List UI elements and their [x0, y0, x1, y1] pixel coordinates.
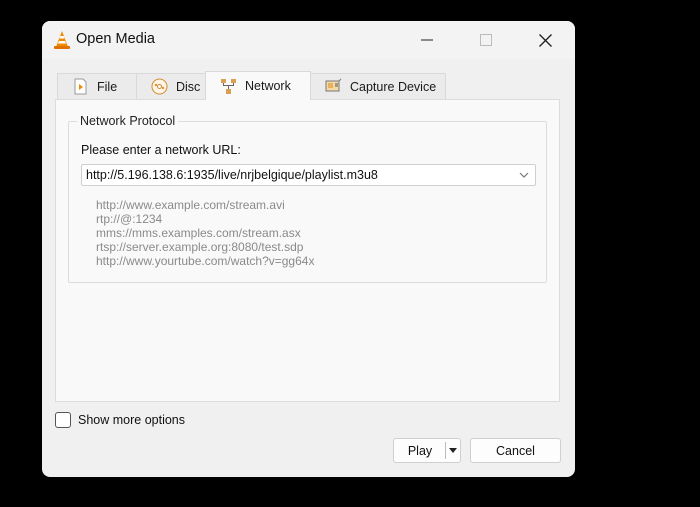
window-title: Open Media	[76, 31, 155, 47]
open-media-dialog: Open Media File Disc Network Capture Dev…	[42, 21, 575, 477]
url-input[interactable]	[82, 165, 515, 185]
play-button-label: Play	[407, 444, 433, 458]
file-icon	[74, 78, 87, 95]
split-divider	[445, 442, 446, 459]
minimize-button[interactable]	[404, 21, 450, 59]
title-bar: Open Media	[42, 21, 575, 59]
example-url: http://www.example.com/stream.avi	[96, 198, 285, 212]
tab-file[interactable]: File	[57, 73, 137, 99]
network-panel: Network Protocol Please enter a network …	[55, 99, 560, 402]
show-more-options-checkbox[interactable]	[55, 412, 71, 428]
tab-network-label: Network	[245, 79, 291, 93]
tab-capture-device-label: Capture Device	[350, 79, 437, 94]
network-icon	[221, 78, 236, 94]
url-combobox[interactable]	[81, 164, 536, 186]
example-url: http://www.yourtube.com/watch?v=gg64x	[96, 254, 315, 268]
maximize-button[interactable]	[463, 21, 509, 59]
maximize-icon	[480, 34, 492, 46]
group-title: Network Protocol	[77, 114, 179, 128]
close-icon	[538, 33, 552, 47]
play-button[interactable]: Play	[393, 438, 461, 463]
tab-disc[interactable]: Disc	[136, 73, 206, 99]
vlc-cone-icon	[54, 31, 70, 49]
disc-icon	[151, 78, 168, 95]
caret-down-icon[interactable]	[449, 448, 457, 453]
show-more-options[interactable]: Show more options	[55, 412, 185, 428]
example-url: rtp://@:1234	[96, 212, 163, 226]
network-protocol-group: Network Protocol Please enter a network …	[68, 114, 547, 283]
chevron-down-icon[interactable]	[517, 169, 531, 181]
cancel-button[interactable]: Cancel	[470, 438, 561, 463]
close-button[interactable]	[522, 21, 568, 59]
url-label: Please enter a network URL:	[81, 143, 241, 157]
show-more-options-label: Show more options	[78, 413, 186, 427]
minimize-icon	[421, 39, 433, 41]
tab-network[interactable]: Network	[205, 71, 311, 100]
cancel-button-label: Cancel	[496, 443, 535, 458]
example-url: rtsp://server.example.org:8080/test.sdp	[96, 240, 304, 254]
tab-file-label: File	[97, 79, 118, 94]
tab-capture-device[interactable]: Capture Device	[310, 73, 446, 99]
tab-disc-label: Disc	[176, 79, 201, 94]
example-url: mms://mms.examples.com/stream.asx	[96, 226, 301, 240]
capture-device-icon	[325, 78, 342, 92]
url-examples: http://www.example.com/stream.avi rtp://…	[96, 198, 314, 268]
